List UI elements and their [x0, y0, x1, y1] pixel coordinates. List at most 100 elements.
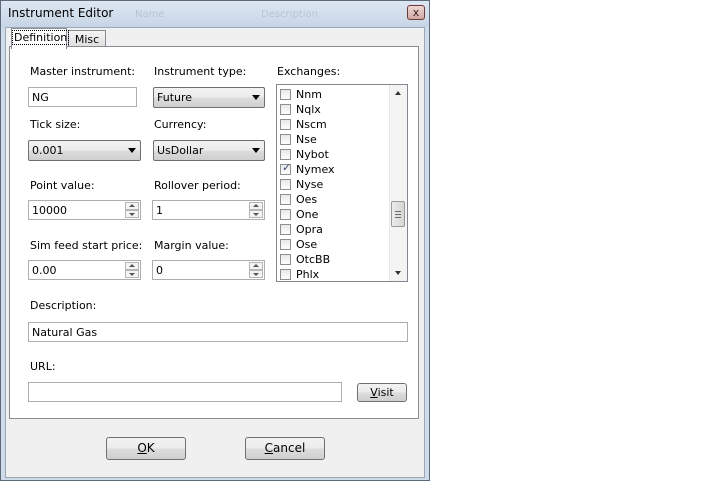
ok-rest: K: [146, 441, 155, 455]
exchange-name: Oes: [296, 193, 318, 206]
cancel-button[interactable]: Cancel: [245, 437, 325, 460]
exchange-item[interactable]: Oes: [279, 192, 389, 207]
currency-select[interactable]: UsDollar: [153, 140, 265, 161]
exchange-item[interactable]: Nnm: [279, 87, 389, 102]
spin-up-button[interactable]: [249, 202, 263, 210]
exchange-item[interactable]: Nscm: [279, 117, 389, 132]
scroll-up-icon[interactable]: [395, 91, 401, 95]
chevron-down-icon: [128, 148, 136, 153]
checkbox[interactable]: [280, 119, 291, 130]
tick-size-value: 0.001: [32, 144, 64, 157]
checkbox[interactable]: ✓: [280, 161, 292, 175]
sim-feed-start-price-spinner[interactable]: 0.00: [28, 260, 141, 280]
close-button[interactable]: x: [407, 5, 425, 20]
ghost-header-description: Description: [261, 9, 318, 20]
url-label: URL:: [30, 360, 56, 373]
visit-rest: isit: [377, 386, 394, 399]
spin-up-button[interactable]: [125, 202, 139, 210]
arrow-down-icon: [253, 273, 259, 276]
arrow-up-icon: [129, 204, 135, 207]
description-input[interactable]: Natural Gas: [28, 322, 408, 342]
exchange-name: Nse: [296, 133, 317, 146]
scroll-down-icon[interactable]: [395, 271, 401, 275]
exchange-name: Phlx: [296, 268, 320, 281]
exchange-item[interactable]: Nqlx: [279, 102, 389, 117]
master-instrument-label: Master instrument:: [30, 65, 136, 78]
window-title: Instrument Editor: [8, 6, 114, 20]
rollover-period-value: 1: [156, 204, 163, 217]
rollover-period-label: Rollover period:: [154, 179, 241, 192]
spin-up-button[interactable]: [249, 262, 263, 270]
exchange-name: One: [296, 208, 319, 221]
exchange-item[interactable]: Nybot: [279, 147, 389, 162]
exchange-name: Opra: [296, 223, 323, 236]
spin-up-button[interactable]: [125, 262, 139, 270]
arrow-up-icon: [253, 264, 259, 267]
arrow-down-icon: [253, 213, 259, 216]
grip-line: [395, 214, 401, 215]
exchange-name: Nyse: [296, 178, 324, 191]
margin-value-value: 0: [156, 264, 163, 277]
master-instrument-input[interactable]: NG: [28, 87, 137, 107]
checkbox[interactable]: [280, 134, 291, 145]
tab-definition-label: Definition: [12, 30, 70, 45]
checkbox[interactable]: [280, 254, 291, 265]
exchange-item[interactable]: Nyse: [279, 177, 389, 192]
exchange-name: Nybot: [296, 148, 329, 161]
exchange-item[interactable]: Nse: [279, 132, 389, 147]
visit-button[interactable]: Visit: [357, 383, 407, 402]
exchange-item[interactable]: Opra: [279, 222, 389, 237]
exchange-name: Nscm: [296, 118, 327, 131]
instrument-type-label: Instrument type:: [154, 65, 247, 78]
spin-down-button[interactable]: [249, 270, 263, 278]
exchange-item[interactable]: Ose: [279, 237, 389, 252]
point-value-label: Point value:: [30, 179, 95, 192]
visit-accel: V: [370, 386, 378, 399]
spin-down-button[interactable]: [249, 210, 263, 218]
cancel-rest: ancel: [273, 441, 306, 455]
ghost-header-name: Name: [135, 9, 165, 20]
spin-down-button[interactable]: [125, 270, 139, 278]
exchange-name: Ose: [296, 238, 318, 251]
url-input[interactable]: [28, 382, 342, 402]
checkbox[interactable]: [280, 104, 291, 115]
description-label: Description:: [30, 299, 97, 312]
tab-definition[interactable]: Definition: [11, 28, 70, 49]
checkbox[interactable]: [280, 179, 291, 190]
close-icon: x: [412, 6, 420, 19]
instrument-editor-window: Instrument Editor Name Description x Def…: [0, 0, 430, 481]
checkbox[interactable]: [280, 89, 291, 100]
instrument-type-select[interactable]: Future: [153, 87, 265, 108]
chevron-down-icon: [252, 148, 260, 153]
rollover-period-spinner[interactable]: 1: [152, 200, 265, 220]
currency-value: UsDollar: [157, 144, 204, 157]
checkbox[interactable]: [280, 149, 291, 160]
spin-down-button[interactable]: [125, 210, 139, 218]
checkbox[interactable]: [280, 194, 291, 205]
title-bar[interactable]: Instrument Editor Name Description x: [1, 1, 429, 27]
checkbox[interactable]: [280, 269, 291, 280]
checkbox[interactable]: [280, 209, 291, 220]
exchanges-label: Exchanges:: [277, 65, 341, 78]
checkbox[interactable]: [280, 224, 291, 235]
checkmark-icon: ✓: [282, 161, 292, 174]
ok-accel: O: [137, 441, 147, 455]
exchange-item[interactable]: One: [279, 207, 389, 222]
exchanges-scrollbar[interactable]: [389, 85, 407, 281]
tick-size-select[interactable]: 0.001: [28, 140, 141, 161]
checkbox[interactable]: [280, 239, 291, 250]
sim-feed-start-price-value: 0.00: [32, 264, 57, 277]
point-value-spinner[interactable]: 10000: [28, 200, 141, 220]
exchange-item[interactable]: OtcBB: [279, 252, 389, 267]
chevron-down-icon: [252, 95, 260, 100]
exchange-item[interactable]: ✓ Nymex: [279, 161, 389, 177]
instrument-type-value: Future: [157, 91, 193, 104]
scrollbar-thumb[interactable]: [391, 201, 405, 227]
grip-line: [395, 217, 401, 218]
exchange-item[interactable]: Phlx: [279, 267, 389, 281]
exchange-name: Nqlx: [296, 103, 321, 116]
exchanges-checklist[interactable]: Nnm Nqlx Nscm Nse Nybot ✓ Nymex Nyse Oes One Opra O…: [276, 84, 408, 282]
cancel-accel: C: [264, 441, 274, 455]
margin-value-spinner[interactable]: 0: [152, 260, 265, 280]
ok-button[interactable]: OK: [106, 437, 186, 460]
